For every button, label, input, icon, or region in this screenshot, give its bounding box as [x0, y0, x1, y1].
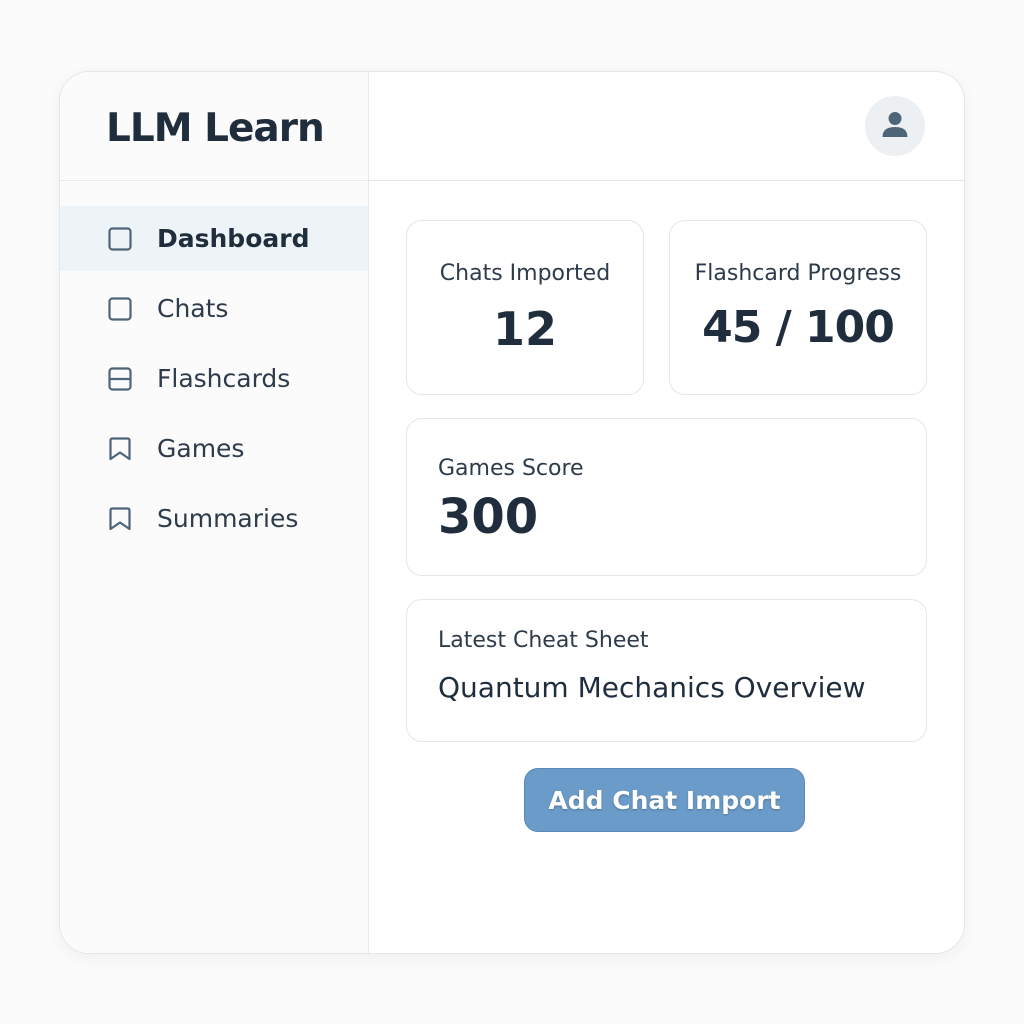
stat-value: 300 [438, 489, 539, 545]
sidebar: LLM Learn Dashboard Chats Flashcards Gam… [60, 72, 369, 953]
sidebar-item-games[interactable]: Games [60, 416, 368, 481]
sidebar-item-label: Dashboard [157, 224, 310, 253]
cheat-sheet-label: Latest Cheat Sheet [438, 628, 649, 653]
latest-cheat-sheet-card[interactable]: Latest Cheat Sheet Quantum Mechanics Ove… [406, 599, 927, 742]
cheat-sheet-title: Quantum Mechanics Overview [438, 671, 866, 704]
sidebar-item-label: Flashcards [157, 364, 291, 393]
sidebar-nav: Dashboard Chats Flashcards Games Summari… [60, 206, 368, 551]
avatar[interactable] [865, 96, 925, 156]
sidebar-item-flashcards[interactable]: Flashcards [60, 346, 368, 411]
stat-value: 45 / 100 [702, 302, 895, 353]
stat-label: Games Score [438, 456, 584, 481]
app-title: LLM Learn [106, 105, 325, 151]
bookmark-icon [108, 436, 132, 461]
brand-header: LLM Learn [60, 72, 368, 181]
sidebar-item-summaries[interactable]: Summaries [60, 486, 368, 551]
user-icon [880, 109, 910, 143]
square-icon [108, 296, 132, 321]
games-score-card: Games Score 300 [406, 418, 927, 576]
flashcard-progress-card: Flashcard Progress 45 / 100 [669, 220, 927, 395]
chats-imported-card: Chats Imported 12 [406, 220, 644, 395]
stat-label: Chats Imported [439, 261, 611, 286]
square-icon [108, 226, 132, 251]
stat-label: Flashcard Progress [694, 261, 902, 286]
sidebar-item-dashboard[interactable]: Dashboard [60, 206, 368, 271]
sidebar-item-label: Chats [157, 294, 229, 323]
sidebar-item-chats[interactable]: Chats [60, 276, 368, 341]
app-window: LLM Learn Dashboard Chats Flashcards Gam… [59, 71, 965, 954]
add-chat-import-button[interactable]: Add Chat Import [524, 768, 805, 832]
sidebar-item-label: Summaries [157, 504, 299, 533]
bookmark-icon [108, 506, 132, 531]
stat-value: 12 [492, 302, 557, 356]
card-icon [108, 366, 132, 391]
sidebar-item-label: Games [157, 434, 245, 463]
top-bar [369, 72, 964, 181]
